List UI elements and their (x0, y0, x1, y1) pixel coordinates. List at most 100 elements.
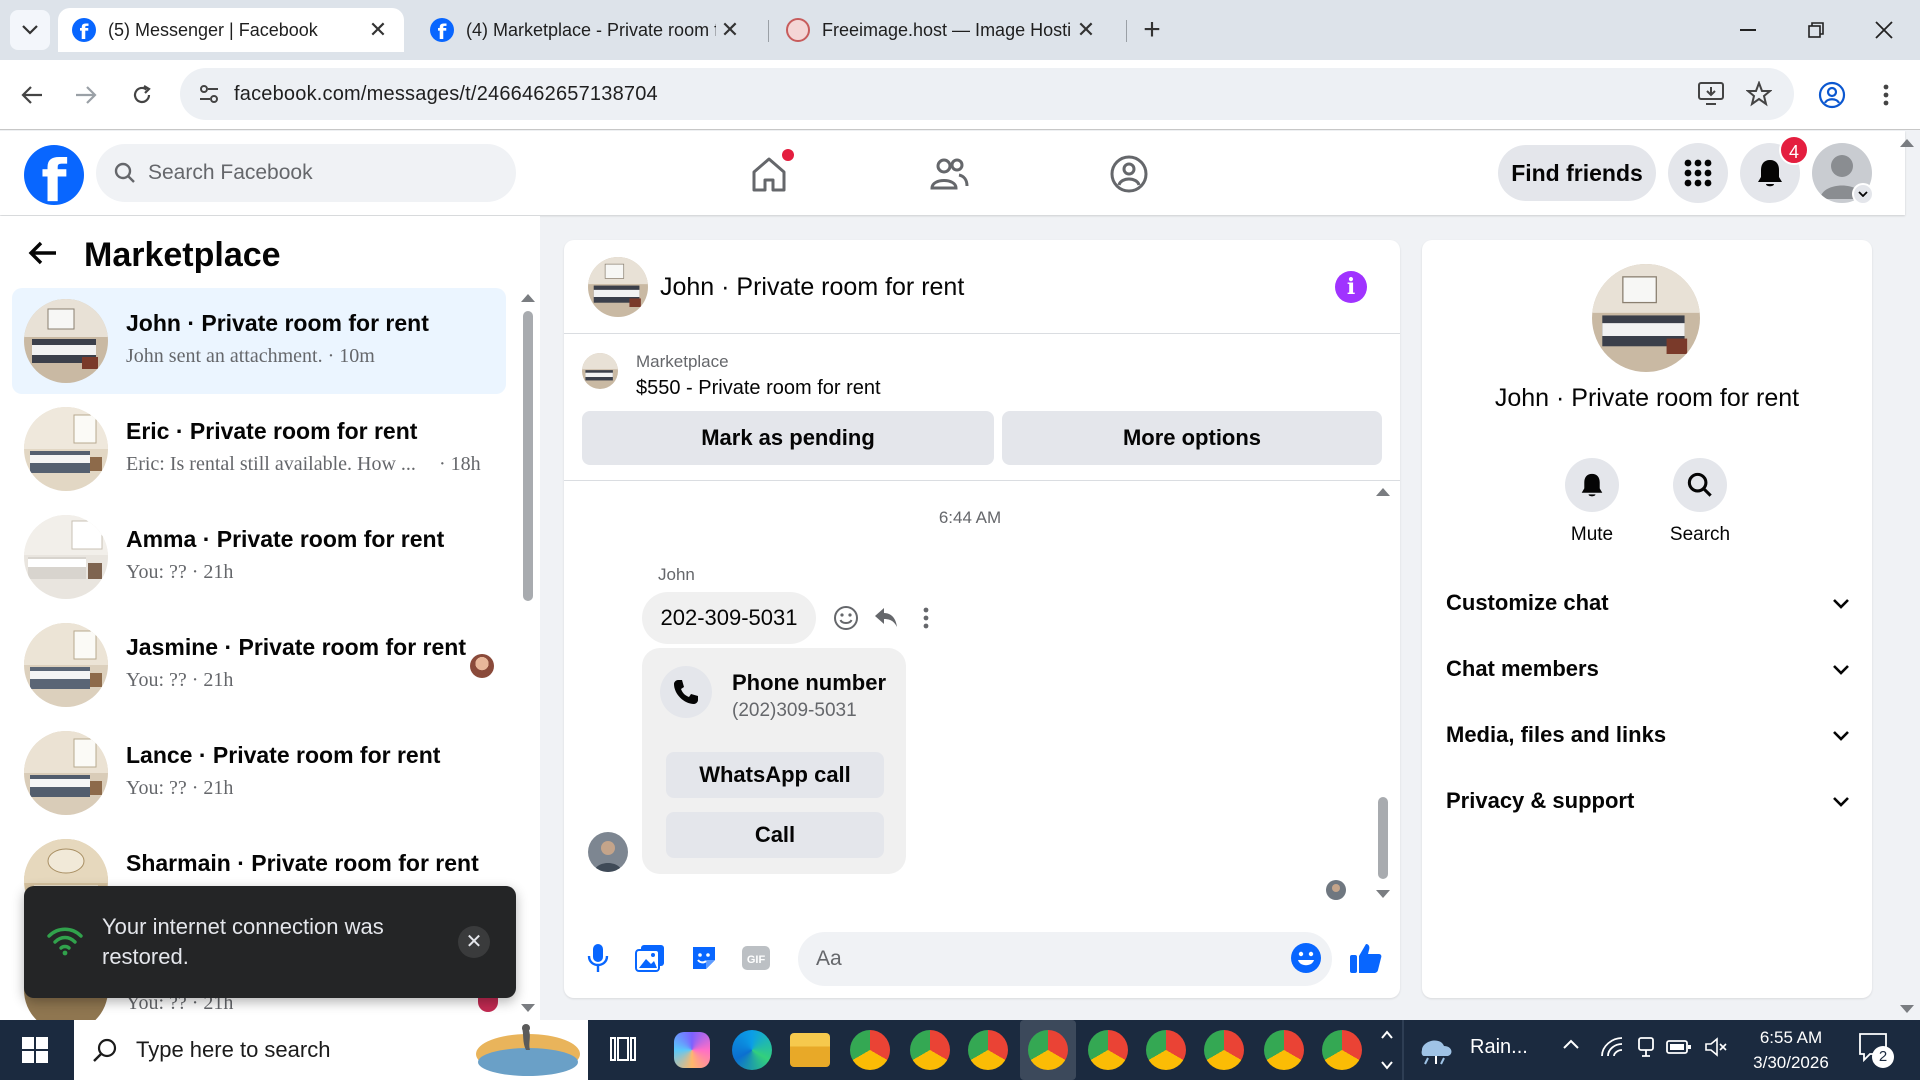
chat-scroll-up-arrow[interactable] (1376, 488, 1390, 496)
find-friends-button[interactable]: Find friends (1498, 145, 1656, 201)
listing-title[interactable]: $550 - Private room for rent (636, 377, 881, 400)
restore-window-button[interactable] (1796, 14, 1836, 46)
chat-scroll-down-arrow[interactable] (1376, 890, 1390, 898)
conversation-info-icon[interactable]: i (1335, 271, 1367, 303)
battery-icon[interactable] (1666, 1038, 1692, 1056)
conversation-item[interactable]: Lance · Private room for rent You: ?? · … (12, 720, 506, 826)
profile-button[interactable] (1812, 75, 1852, 115)
attach-media-button[interactable] (632, 940, 668, 976)
privacy-support-section[interactable]: Privacy & support (1446, 776, 1850, 826)
conversation-time: · 18h (439, 453, 481, 475)
message-more-button[interactable] (912, 604, 940, 632)
browser-menu-button[interactable] (1866, 75, 1906, 115)
page-scroll-up-arrow[interactable] (1900, 139, 1914, 147)
forward-button[interactable] (66, 75, 106, 115)
like-button[interactable] (1348, 940, 1384, 976)
sidebar-scroll-up-arrow[interactable] (521, 294, 535, 302)
emoji-button[interactable] (1288, 940, 1324, 976)
toast-close-button[interactable]: ✕ (458, 926, 490, 958)
chrome-profile-app-icon[interactable] (1146, 1030, 1186, 1070)
file-explorer-app-icon[interactable] (790, 1033, 830, 1067)
media-files-links-section[interactable]: Media, files and links (1446, 710, 1850, 760)
chrome-app-icon[interactable] (850, 1030, 890, 1070)
chrome-profile-app-icon[interactable] (1322, 1030, 1362, 1070)
new-tab-button[interactable]: + (1136, 12, 1168, 48)
mute-button[interactable]: Mute (1542, 458, 1642, 546)
mark-as-pending-button[interactable]: Mark as pending (582, 411, 994, 465)
meet-now-icon[interactable] (1636, 1036, 1656, 1058)
taskbar-search[interactable] (74, 1020, 588, 1080)
back-button[interactable] (12, 75, 52, 115)
bell-icon (1581, 473, 1603, 497)
network-icon[interactable] (1600, 1036, 1624, 1058)
arrow-left-icon (21, 86, 42, 104)
tab-marketplace[interactable]: f (4) Marketplace - Private room f ✕ (416, 8, 756, 52)
chrome-profile-app-icon[interactable] (1264, 1030, 1304, 1070)
conversation-item[interactable]: Jasmine · Private room for rent You: ?? … (12, 612, 506, 718)
chrome-profile-app-icon[interactable] (968, 1030, 1008, 1070)
account-chevron-icon[interactable] (1852, 183, 1874, 205)
search-input[interactable] (148, 161, 478, 185)
chrome-profile-app-icon[interactable] (1088, 1030, 1128, 1070)
tab-freeimage[interactable]: Freeimage.host — Image Hostir ✕ (772, 8, 1112, 52)
more-options-button[interactable]: More options (1002, 411, 1382, 465)
taskbar-clock[interactable]: 6:55 AM 3/30/2026 (1736, 1025, 1846, 1075)
chrome-profile-app-icon[interactable] (910, 1030, 950, 1070)
close-tab-icon[interactable]: ✕ (366, 17, 390, 43)
more-vertical-icon (923, 607, 929, 629)
react-button[interactable] (832, 604, 860, 632)
conversation-item[interactable]: Eric · Private room for rent Eric: Is re… (12, 396, 506, 502)
conversation-item[interactable]: John · Private room for rent John sent a… (12, 288, 506, 394)
search-conversation-button[interactable]: Search (1650, 458, 1750, 546)
menu-button[interactable] (1668, 143, 1728, 203)
taskbar-search-input[interactable] (136, 1037, 466, 1063)
show-hidden-icons-button[interactable] (1562, 1038, 1580, 1050)
reload-button[interactable] (122, 75, 162, 115)
chat-scrollbar[interactable] (1378, 797, 1388, 879)
sidebar-scrollbar[interactable] (523, 311, 533, 601)
nav-friends[interactable] (924, 149, 974, 199)
nav-groups[interactable] (1104, 149, 1154, 199)
chrome-profile-app-icon[interactable] (1204, 1030, 1244, 1070)
chat-title[interactable]: John · Private room for rent (660, 273, 964, 302)
page-scroll-down-arrow[interactable] (1900, 1005, 1914, 1013)
voice-clip-button[interactable] (580, 940, 616, 976)
close-tab-icon[interactable]: ✕ (718, 17, 742, 43)
sidebar-scroll-down-arrow[interactable] (521, 1004, 535, 1012)
chat-avatar[interactable] (588, 257, 648, 317)
conversation-item[interactable]: Amma · Private room for rent You: ?? · 2… (12, 504, 506, 610)
close-window-button[interactable] (1864, 14, 1904, 46)
gif-button[interactable]: GIF (738, 940, 774, 976)
chat-members-section[interactable]: Chat members (1446, 644, 1850, 694)
address-bar[interactable]: facebook.com/messages/t/2466462657138704 (180, 68, 1794, 120)
reply-button[interactable] (872, 604, 900, 632)
minimize-window-button[interactable] (1728, 14, 1768, 46)
sender-avatar[interactable] (588, 832, 628, 872)
weather-text[interactable]: Rain... (1470, 1036, 1528, 1059)
start-button[interactable] (0, 1020, 70, 1080)
facebook-search[interactable] (96, 144, 516, 202)
listing-thumbnail (24, 407, 108, 491)
message-bubble[interactable]: 202-309-5031 (642, 592, 816, 644)
edge-app-icon[interactable] (732, 1030, 772, 1070)
whatsapp-call-button[interactable]: WhatsApp call (666, 752, 884, 798)
tab-messenger[interactable]: f (5) Messenger | Facebook ✕ (58, 8, 404, 52)
chrome-profile-app-icon[interactable] (1028, 1030, 1068, 1070)
close-tab-icon[interactable]: ✕ (1074, 17, 1098, 43)
message-input[interactable] (798, 932, 1332, 986)
emoji-icon (1291, 943, 1321, 973)
back-button[interactable] (28, 240, 58, 266)
sticker-button[interactable] (686, 940, 722, 976)
action-center-button[interactable]: 2 (1858, 1032, 1894, 1068)
taskbar-overflow-arrows[interactable] (1380, 1028, 1394, 1072)
copilot-app-icon[interactable] (674, 1032, 710, 1068)
volume-muted-icon[interactable] (1704, 1036, 1728, 1058)
call-button[interactable]: Call (666, 812, 884, 858)
listing-thumbnail[interactable] (582, 353, 618, 389)
customize-chat-section[interactable]: Customize chat (1446, 578, 1850, 628)
info-avatar[interactable] (1592, 264, 1700, 372)
facebook-logo[interactable]: f (24, 145, 84, 205)
task-view-button[interactable] (608, 1034, 638, 1064)
facebook-favicon-icon: f (430, 18, 454, 42)
tab-search-dropdown[interactable] (10, 10, 50, 50)
